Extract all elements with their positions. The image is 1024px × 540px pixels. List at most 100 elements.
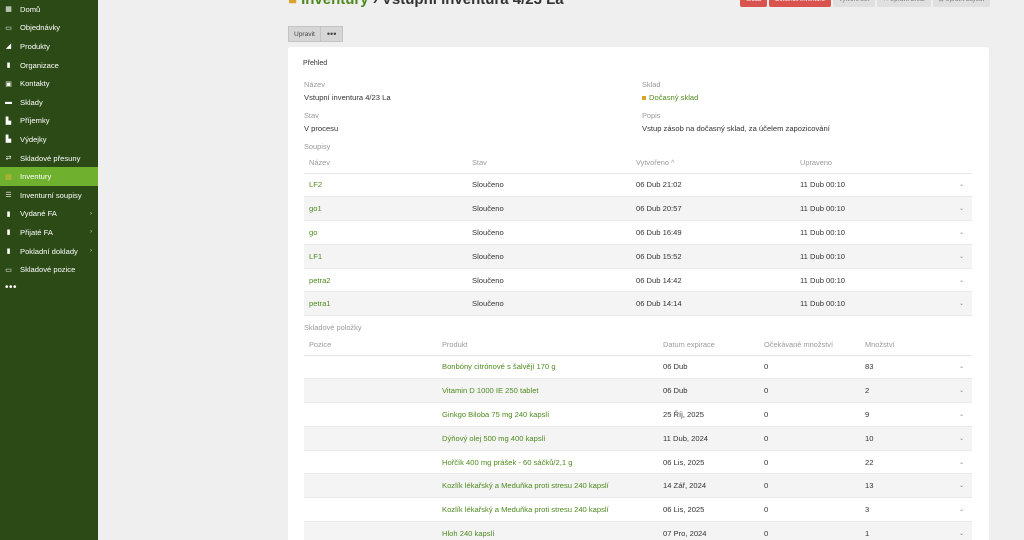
item-product-link[interactable]: Hořčík 400 mg prášek - 60 sáčků/2,1 g [437,450,658,475]
item-product-link[interactable]: Kozlík lékařský a Meduňka proti stresu 2… [437,497,658,523]
list-name-link[interactable]: go1 [304,196,467,222]
sidebar-item-9[interactable]: ▤ Inventury [0,167,98,186]
items-table-row[interactable]: Hořčík 400 mg prášek - 60 sáčků/2,1 g 06 … [304,450,972,475]
list-name-link[interactable]: LF2 [304,173,467,198]
items-column-header[interactable]: Množství [860,335,946,356]
items-table-row[interactable]: Vitamin D 1000 IE 250 tablet 06 Dub 0 2 ⌄ [304,378,972,404]
warehouse-value: Dočasný sklad [649,93,699,102]
list-name-link[interactable]: petra2 [304,268,467,293]
sidebar-nav: ▦ Domů ▭ Objednávky ◢ Produkty ▮ Organizace ▣ Kon… [0,0,98,279]
items-table-row[interactable]: Hloh 240 kapslí 07 Pro, 2024 0 1 ⌄ [304,521,972,540]
header-action-button-0[interactable]: Sklad [740,0,768,7]
item-expected-qty: 0 [759,521,860,540]
row-menu-chevron-icon[interactable]: ⌄ [946,402,972,427]
items-column-header[interactable]: Očekávané množství [759,335,860,356]
sidebar-item-label: Domů [20,4,41,14]
row-menu-chevron-icon[interactable]: ⌄ [946,473,972,499]
lists-column-header[interactable]: Název [304,153,467,174]
invoice-in-icon: ▮ [6,229,11,237]
sidebar-item-10[interactable]: ☰ Inventurní soupisy [0,186,98,205]
row-menu-chevron-icon[interactable]: ⌄ [946,378,972,404]
more-actions-button[interactable]: ••• [320,26,344,42]
sidebar-item-4[interactable]: ▣ Kontakty [0,74,98,93]
name-value: Vstupní inventura 4/23 La [304,93,391,102]
items-table-row[interactable]: Ginkgo Biloba 75 mg 240 kapslí 25 Říj, 20… [304,402,972,427]
list-name-link[interactable]: go [304,220,467,245]
row-menu-chevron-icon[interactable]: ⌄ [946,497,972,523]
issues-icon: ▙ [5,136,12,144]
lists-column-header[interactable]: Vytvořeno ^ [631,153,795,174]
edit-button[interactable]: Upravit [288,26,321,42]
sidebar-item-1[interactable]: ▭ Objednávky [0,19,98,38]
sidebar-item-5[interactable]: ▬ Sklady [0,93,98,112]
sidebar-item-label: Sklady [20,97,43,107]
header-action-button-4[interactable]: ⊞ Upravit Layout [932,0,990,7]
items-column-header[interactable]: Produkt [437,335,658,356]
items-column-header[interactable]: Pozice [304,335,437,356]
chevron-right-icon: › [90,248,92,255]
row-menu-chevron-icon[interactable]: ⌄ [946,521,972,540]
warehouse-icon: ▬ [5,98,12,106]
warehouse-link[interactable]: Dočasný sklad [642,93,698,102]
row-menu-chevron-icon[interactable]: ⌄ [945,291,972,317]
lists-table-row[interactable]: go1 Sloučeno 06 Dub 20:57 11 Dub 00:10 ⌄ [304,196,972,222]
list-updated: 11 Dub 00:10 [795,173,945,198]
sidebar-item-13[interactable]: ▮ Pokladní doklady › [0,242,98,261]
sidebar-item-2[interactable]: ◢ Produkty [0,37,98,56]
item-product-link[interactable]: Kozlík lékařský a Meduňka proti stresu 2… [437,473,658,499]
row-menu-chevron-icon[interactable]: ⌄ [945,220,972,245]
sidebar-item-3[interactable]: ▮ Organizace [0,56,98,75]
warehouse-dot-icon [642,96,646,100]
header-action-button-3[interactable]: ✕ Upravit Ereál [877,0,931,7]
receipts-icon: ▙ [5,117,12,125]
sidebar-item-label: Přijaté FA [20,227,53,237]
items-table-row[interactable]: Kozlík lékařský a Meduňka proti stresu 2… [304,497,972,523]
item-position [304,473,437,499]
sidebar-item-label: Inventury [20,172,52,182]
sidebar-item-label: Výdejky [20,134,47,144]
item-product-link[interactable]: Vitamin D 1000 IE 250 tablet [437,378,658,404]
sidebar-item-0[interactable]: ▦ Domů [0,0,98,19]
lists-table-row[interactable]: LF2 Sloučeno 06 Dub 21:02 11 Dub 00:10 ⌄ [304,173,972,198]
row-menu-chevron-icon[interactable]: ⌄ [945,268,972,293]
lists-column-header[interactable]: Stav [467,153,631,174]
sidebar-more-button[interactable]: ••• [0,279,98,297]
items-table-row[interactable]: Bonbóny citrónové s šalvějí 170 g 06 Dub 0… [304,355,972,380]
header-action-button-1[interactable]: Dokončit inventuru [769,0,831,7]
row-menu-chevron-icon[interactable]: ⌄ [945,244,972,269]
list-name-link[interactable]: LF1 [304,244,467,269]
item-product-link[interactable]: Bonbóny citrónové s šalvějí 170 g [437,355,658,380]
item-qty: 10 [860,426,946,451]
items-table-row[interactable]: Dýňový olej 500 mg 400 kapslí 11 Dub, 202… [304,426,972,451]
row-menu-chevron-icon[interactable]: ⌄ [945,173,972,198]
sidebar-item-6[interactable]: ▙ Příjemky [0,112,98,131]
item-product-link[interactable]: Ginkgo Biloba 75 mg 240 kapslí [437,402,658,427]
lists-table-row[interactable]: LF1 Sloučeno 06 Dub 15:52 11 Dub 00:10 ⌄ [304,244,972,269]
list-name-link[interactable]: petra1 [304,291,467,317]
state-value: V procesu [304,124,339,133]
sidebar-item-12[interactable]: ▮ Přijaté FA › [0,223,98,242]
breadcrumb-inventury-link[interactable]: Inventury [301,0,369,8]
chevron-right-icon: › [90,229,92,236]
row-menu-chevron-icon[interactable]: ⌄ [945,196,972,222]
row-menu-chevron-icon[interactable]: ⌄ [946,426,972,451]
header-action-button-2[interactable]: Vytvořit tisk [832,0,876,7]
sidebar-item-8[interactable]: ⇄ Skladové přesuny [0,149,98,168]
items-column-header[interactable]: Datum expirace [658,335,759,356]
list-updated: 11 Dub 00:10 [795,196,945,222]
lists-table-row[interactable]: go Sloučeno 06 Dub 16:49 11 Dub 00:10 ⌄ [304,220,972,245]
sidebar-item-7[interactable]: ▙ Výdejky [0,130,98,149]
row-menu-chevron-icon[interactable]: ⌄ [946,355,972,380]
lists-table-row[interactable]: petra2 Sloučeno 06 Dub 14:42 11 Dub 00:10 ⌄ [304,268,972,293]
sidebar-item-11[interactable]: ▮ Vydané FA › [0,205,98,224]
item-product-link[interactable]: Dýňový olej 500 mg 400 kapslí [437,426,658,451]
lists-table-row[interactable]: petra1 Sloučeno 06 Dub 14:14 11 Dub 00:10 ⌄ [304,291,972,317]
items-table-row[interactable]: Kozlík lékařský a Meduňka proti stresu 2… [304,473,972,499]
cash-icon: ▮ [6,248,11,256]
sidebar-item-14[interactable]: ▭ Skladové pozice [0,260,98,279]
lists-column-header[interactable]: Upraveno [795,153,945,174]
overview-card: Přehled Název Vstupní inventura 4/23 La … [288,47,989,540]
item-qty: 9 [860,402,946,427]
row-menu-chevron-icon[interactable]: ⌄ [946,450,972,475]
item-product-link[interactable]: Hloh 240 kapslí [437,521,658,540]
